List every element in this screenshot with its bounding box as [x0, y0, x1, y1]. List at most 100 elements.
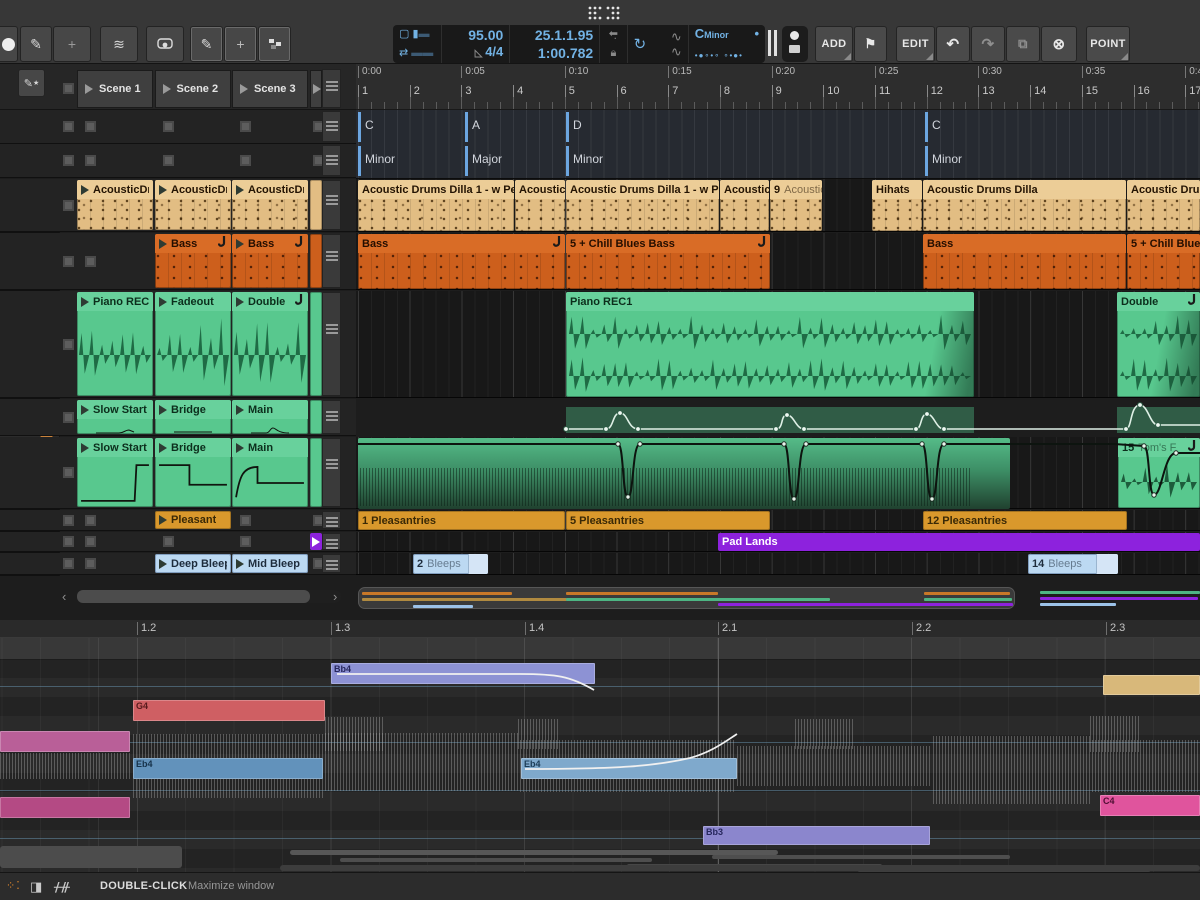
- loop-icon[interactable]: ↻: [634, 35, 647, 53]
- stop-button[interactable]: [163, 121, 174, 132]
- arranger-clip[interactable]: Piano REC1: [566, 292, 974, 397]
- arranger-clip[interactable]: Acoustic Drums: [1127, 180, 1200, 231]
- arranger-clip[interactable]: 5 Pleasantries: [566, 511, 770, 530]
- stop-button[interactable]: [63, 200, 74, 211]
- launcher-clip[interactable]: Bridge: [155, 400, 231, 434]
- arranger-clip[interactable]: Double: [1117, 292, 1200, 397]
- bottom-scroll-strip[interactable]: [280, 865, 1200, 871]
- key-signature-track[interactable]: CMinorAMajorDMinorCMinor: [356, 110, 1200, 179]
- clip-mode-button[interactable]: [258, 26, 291, 62]
- launcher-clip[interactable]: Bass: [155, 234, 231, 288]
- arranger-clip[interactable]: 12 Pleasantries: [923, 511, 1127, 530]
- stop-button[interactable]: [240, 536, 251, 547]
- stop-button[interactable]: [85, 155, 96, 166]
- stop-button[interactable]: [240, 155, 251, 166]
- layers-button[interactable]: ≋: [100, 26, 138, 62]
- launcher-clip[interactable]: Bass: [232, 234, 308, 288]
- edit-mode-button[interactable]: ✎: [190, 26, 223, 62]
- scene-button[interactable]: Scene 1: [77, 70, 153, 108]
- arranger-timeline-ruler[interactable]: 0:000:050:100:150:200:250:300:350:401234…: [356, 64, 1200, 110]
- insert-mode-button[interactable]: +: [224, 26, 257, 62]
- editor-scroll-strip[interactable]: [712, 855, 1010, 859]
- launcher-clip-partial[interactable]: [310, 292, 322, 396]
- scene-button[interactable]: Scene 3: [232, 70, 308, 108]
- midi-note[interactable]: [0, 797, 130, 818]
- stop-button[interactable]: [85, 558, 96, 569]
- arranger-clip[interactable]: 9 Acoustic: [770, 180, 822, 231]
- scroll-right-arrow[interactable]: ›: [333, 591, 337, 603]
- launcher-clip-partial[interactable]: [310, 533, 322, 550]
- arranger-clip[interactable]: 5 + Chill Blues B: [1127, 234, 1200, 289]
- arranger-clip[interactable]: 14 Bleeps: [1028, 554, 1118, 574]
- stop-button[interactable]: [240, 515, 251, 526]
- launcher-clip[interactable]: AcousticDr: [77, 180, 153, 230]
- stop-button[interactable]: [85, 515, 96, 526]
- shuffle-dots-icon[interactable]: ⁘⁚: [6, 879, 21, 892]
- launcher-clip[interactable]: Mid Bleep: [232, 554, 308, 573]
- tempo-value[interactable]: 95.00: [448, 27, 503, 43]
- launcher-clip[interactable]: Slow Start: [77, 400, 153, 434]
- midi-note[interactable]: [0, 731, 130, 752]
- launcher-clip[interactable]: Pleasant: [155, 511, 231, 529]
- browser-panel[interactable]: [782, 26, 808, 62]
- launcher-scrollbar[interactable]: [77, 590, 341, 603]
- arranger-clip[interactable]: Acoustic Drums Dilla: [923, 180, 1126, 231]
- add-track-button[interactable]: +: [53, 26, 91, 62]
- arranger-clip[interactable]: 2 Bleeps: [413, 554, 488, 574]
- key-segment[interactable]: CMinor: [358, 110, 458, 178]
- launcher-clip-partial[interactable]: [310, 180, 322, 230]
- row-menu-button[interactable]: [322, 145, 341, 176]
- stop-button[interactable]: [63, 558, 74, 569]
- panel-layout-icon[interactable]: ◨: [30, 879, 42, 895]
- position-value[interactable]: 25.1.1.95: [516, 27, 593, 43]
- launcher-clip[interactable]: AcousticDr: [232, 180, 308, 230]
- launcher-clip[interactable]: Main: [232, 400, 308, 434]
- row-menu-button[interactable]: [322, 180, 341, 230]
- arranger-clip[interactable]: Pad Lands: [718, 533, 1200, 551]
- midi-note[interactable]: Bb4: [331, 663, 595, 684]
- scene-partial[interactable]: [310, 70, 322, 108]
- stop-button[interactable]: [63, 536, 74, 547]
- key-segment[interactable]: DMinor: [566, 110, 666, 178]
- launcher-clip[interactable]: Piano REC1: [77, 292, 153, 396]
- arranger-clip[interactable]: Bass: [358, 234, 565, 289]
- time-value[interactable]: 1:00.782: [516, 45, 593, 61]
- launcher-clip[interactable]: Fadeout: [155, 292, 231, 396]
- row-menu-button[interactable]: [322, 292, 341, 396]
- launcher-pen-button[interactable]: ✎★: [18, 69, 45, 97]
- row-menu-button[interactable]: [322, 438, 341, 507]
- midi-note[interactable]: Bb3: [703, 826, 930, 845]
- scroll-left-arrow[interactable]: ‹: [62, 591, 66, 603]
- marker-flag-button[interactable]: ⚑: [854, 26, 887, 62]
- row-menu-button[interactable]: [322, 554, 341, 573]
- launcher-clip[interactable]: Slow Start: [77, 438, 153, 507]
- midi-note[interactable]: Eb4: [133, 758, 323, 779]
- tempo-cell[interactable]: 95.00 ◺ 4/4: [442, 25, 510, 63]
- midi-note[interactable]: C4: [1100, 795, 1200, 816]
- key-segment[interactable]: CMinor: [925, 110, 1025, 178]
- row-menu-button[interactable]: [322, 533, 341, 550]
- arranger-clip[interactable]: Acoustic Drums Dilla 1 - w Perc: [358, 180, 514, 231]
- stop-button[interactable]: [63, 412, 74, 423]
- duplicate-button[interactable]: ⧉: [1006, 26, 1040, 62]
- row-menu-button[interactable]: [322, 511, 341, 529]
- editor-ruler[interactable]: 1.21.31.42.12.22.3: [0, 620, 1200, 638]
- stop-button[interactable]: [85, 536, 96, 547]
- punch-cell[interactable]: ⬅̣🔒︎: [600, 25, 627, 63]
- stop-button[interactable]: [240, 121, 251, 132]
- arranger-clip[interactable]: Hihats: [872, 180, 922, 231]
- arranger-clip[interactable]: 15 Tom's F: [1118, 438, 1200, 508]
- launcher-clip[interactable]: Deep Bleep: [155, 554, 231, 573]
- scene-menu-button[interactable]: [322, 69, 341, 108]
- midi-note[interactable]: Eb4: [521, 758, 737, 779]
- undo-button[interactable]: ↶: [936, 26, 970, 62]
- edit-button[interactable]: EDIT: [896, 26, 935, 62]
- launcher-clip[interactable]: AcousticDr: [155, 180, 231, 230]
- delete-button[interactable]: ⊗: [1041, 26, 1077, 62]
- arranger-clip[interactable]: Bass: [923, 234, 1126, 289]
- point-button[interactable]: POINT: [1086, 26, 1130, 62]
- row-menu-button[interactable]: [322, 234, 341, 288]
- timesig-value[interactable]: ◺ 4/4: [448, 44, 503, 61]
- arranger-clip[interactable]: Acoustic Drums Dilla 1 - w Perc: [566, 180, 719, 231]
- add-button[interactable]: ADD: [815, 26, 853, 62]
